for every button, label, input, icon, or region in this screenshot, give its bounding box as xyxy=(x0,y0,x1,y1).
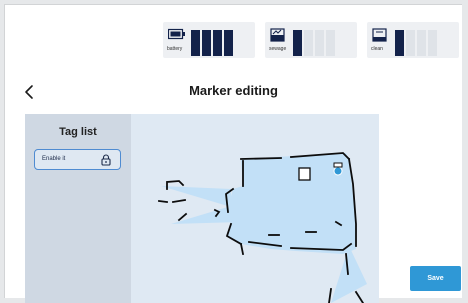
tag-list-panel: Tag list Enable it xyxy=(25,114,131,303)
battery-bar xyxy=(224,30,233,56)
clean-bar xyxy=(417,30,426,56)
battery-icon xyxy=(168,28,185,40)
page-title: Marker editing xyxy=(189,83,278,98)
map-object-marker xyxy=(333,162,343,168)
sewage-bar xyxy=(315,30,324,56)
tag-list-title: Tag list xyxy=(59,126,97,138)
clean-level-bars xyxy=(395,30,437,56)
cleaning-map[interactable] xyxy=(131,114,379,303)
sewage-status: sewage xyxy=(265,22,357,58)
sewage-label: sewage xyxy=(269,46,287,52)
battery-label: battery xyxy=(167,46,183,52)
charging-dock-marker xyxy=(298,167,311,181)
battery-bar xyxy=(202,30,211,56)
battery-level-bars xyxy=(191,30,233,56)
clean-label: clean xyxy=(371,46,383,52)
clean-bar xyxy=(395,30,404,56)
sewage-level-bars xyxy=(293,30,335,56)
map-scan-beam xyxy=(331,246,367,303)
sewage-bar xyxy=(326,30,335,56)
clean-bar xyxy=(428,30,437,56)
lock-icon[interactable] xyxy=(101,154,111,166)
tag-item-label: Enable it xyxy=(42,156,66,162)
sewage-bar xyxy=(293,30,302,56)
map-scan-beam xyxy=(161,186,231,207)
battery-bar xyxy=(213,30,222,56)
battery-status: battery xyxy=(163,22,255,58)
clean-status: clean xyxy=(367,22,459,58)
battery-bar xyxy=(191,30,200,56)
sewage-bar xyxy=(304,30,313,56)
app-screen: battery sewage clean Marker editing Tag … xyxy=(4,4,462,303)
map-canvas xyxy=(157,152,367,303)
sewage-tank-icon xyxy=(270,28,285,42)
tag-item-enable-it[interactable]: Enable it xyxy=(34,149,121,170)
clean-tank-icon xyxy=(372,28,387,42)
clean-bar xyxy=(406,30,415,56)
save-button[interactable]: Save xyxy=(410,266,461,291)
robot-position-marker xyxy=(333,166,343,176)
